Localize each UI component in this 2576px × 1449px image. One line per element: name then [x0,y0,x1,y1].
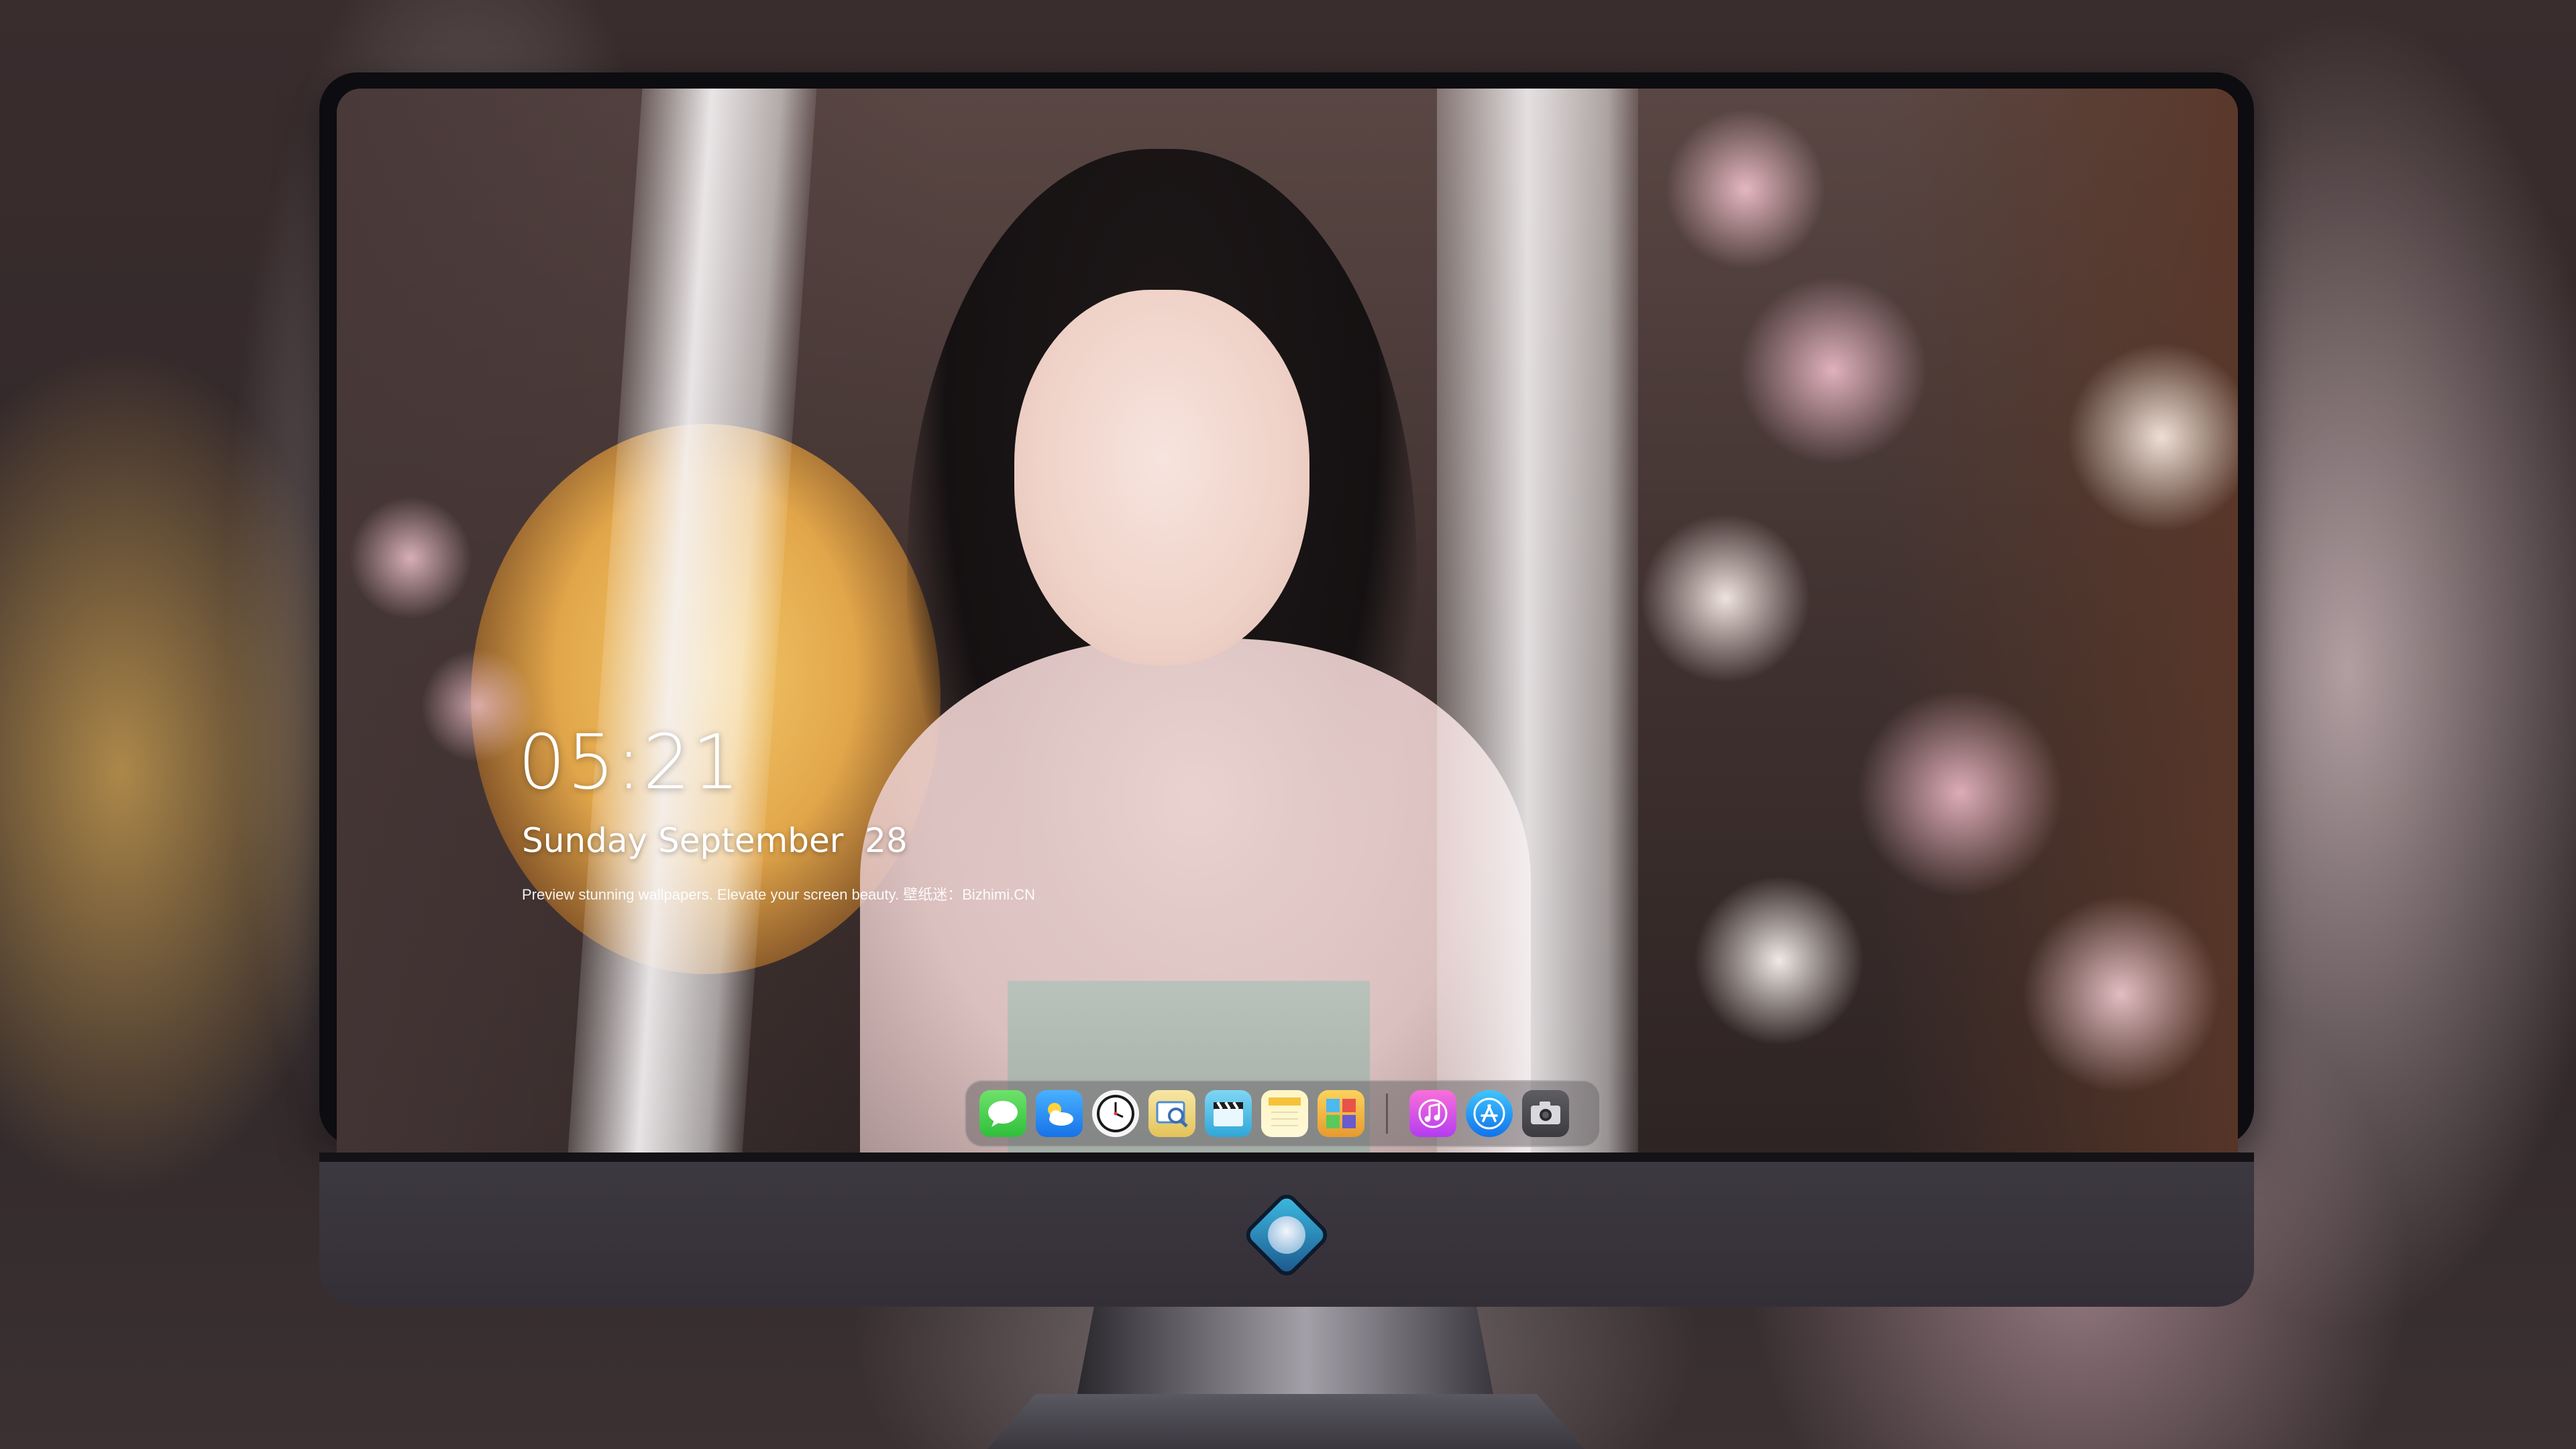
lock-screen-tagline: Preview stunning wallpapers. Elevate you… [522,886,1036,903]
preview-icon[interactable] [1148,1090,1195,1137]
weather-icon[interactable] [1036,1090,1083,1137]
camera-shape-icon [1531,1102,1560,1124]
dock-separator [1386,1093,1388,1134]
sun-cloud-icon [1048,1103,1073,1126]
app-store-icon[interactable] [1466,1090,1513,1137]
wallpaper-figure-face [1014,290,1309,665]
clock-face-icon [1097,1095,1134,1132]
magnifier-photo-icon [1156,1101,1188,1128]
notepad-icon [1269,1097,1301,1126]
clapperboard-icon[interactable] [1205,1090,1252,1137]
messages-icon[interactable] [979,1090,1026,1137]
monitor-stand-base [987,1394,1585,1449]
app-store-a-icon [1473,1097,1505,1130]
wallpaper-flowers-right [1611,89,2238,1152]
monitor-screen: 05:21 Sunday September 28 Preview stunni… [337,89,2238,1152]
screen-bottom-edge [319,1152,2254,1162]
wallpaper-curtain-right [1437,89,1638,1152]
brand-logo-mascot-icon [1268,1216,1305,1254]
speech-bubble-icon [988,1101,1018,1127]
clapperboard-shape-icon [1214,1101,1243,1126]
camera-icon[interactable] [1522,1090,1569,1137]
clock-icon[interactable] [1092,1090,1139,1137]
lock-screen-date: Sunday September 28 [522,821,908,860]
music-note-icon[interactable] [1409,1090,1456,1137]
photo-booth-icon[interactable] [1318,1090,1364,1137]
music-note-shape-icon [1418,1099,1448,1128]
lock-screen-time: 05:21 [518,719,741,806]
dock [965,1080,1601,1147]
notes-icon[interactable] [1261,1090,1308,1137]
monitor-stand-neck [1077,1307,1493,1394]
photo-grid-icon [1326,1099,1356,1128]
